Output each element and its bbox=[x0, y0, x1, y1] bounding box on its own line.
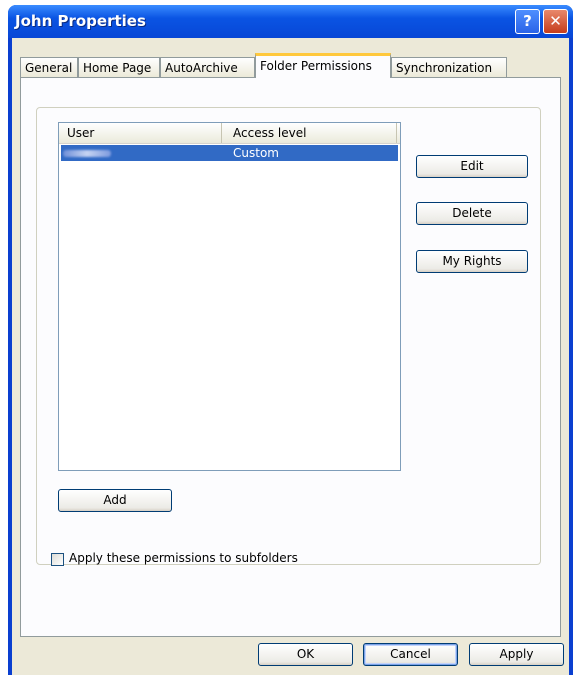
title-bar[interactable]: John Properties ? ✕ bbox=[8, 5, 573, 38]
dialog-client-area: General Home Page AutoArchive Folder Per… bbox=[12, 38, 569, 675]
column-header-user[interactable]: User bbox=[59, 123, 222, 143]
tab-folder-permissions[interactable]: Folder Permissions bbox=[255, 53, 391, 78]
help-button[interactable]: ? bbox=[515, 9, 540, 34]
window-title: John Properties bbox=[15, 12, 146, 30]
permissions-list[interactable]: User Access level Custom bbox=[58, 122, 401, 471]
delete-button[interactable]: Delete bbox=[416, 202, 528, 225]
cancel-button[interactable]: Cancel bbox=[363, 643, 458, 666]
ok-button[interactable]: OK bbox=[258, 643, 353, 666]
redacted-user-name bbox=[63, 150, 111, 157]
apply-button[interactable]: Apply bbox=[469, 643, 564, 666]
tab-general[interactable]: General bbox=[20, 57, 78, 77]
properties-dialog: John Properties ? ✕ General Home Page Au… bbox=[8, 5, 573, 675]
edit-button[interactable]: Edit bbox=[416, 155, 528, 178]
tab-home-page[interactable]: Home Page bbox=[78, 57, 160, 77]
apply-to-subfolders-label[interactable]: Apply these permissions to subfolders bbox=[69, 551, 298, 565]
apply-to-subfolders-checkbox[interactable] bbox=[51, 553, 64, 566]
my-rights-button[interactable]: My Rights bbox=[416, 250, 528, 273]
tab-synchronization[interactable]: Synchronization bbox=[391, 57, 507, 77]
access-level-value: Custom bbox=[233, 146, 279, 160]
tab-autoarchive[interactable]: AutoArchive bbox=[160, 57, 255, 77]
column-header-access-level[interactable]: Access level bbox=[222, 123, 397, 143]
add-button[interactable]: Add bbox=[58, 489, 172, 512]
list-item[interactable]: Custom bbox=[61, 145, 398, 161]
close-button[interactable]: ✕ bbox=[543, 9, 568, 34]
list-header: User Access level bbox=[59, 123, 400, 144]
